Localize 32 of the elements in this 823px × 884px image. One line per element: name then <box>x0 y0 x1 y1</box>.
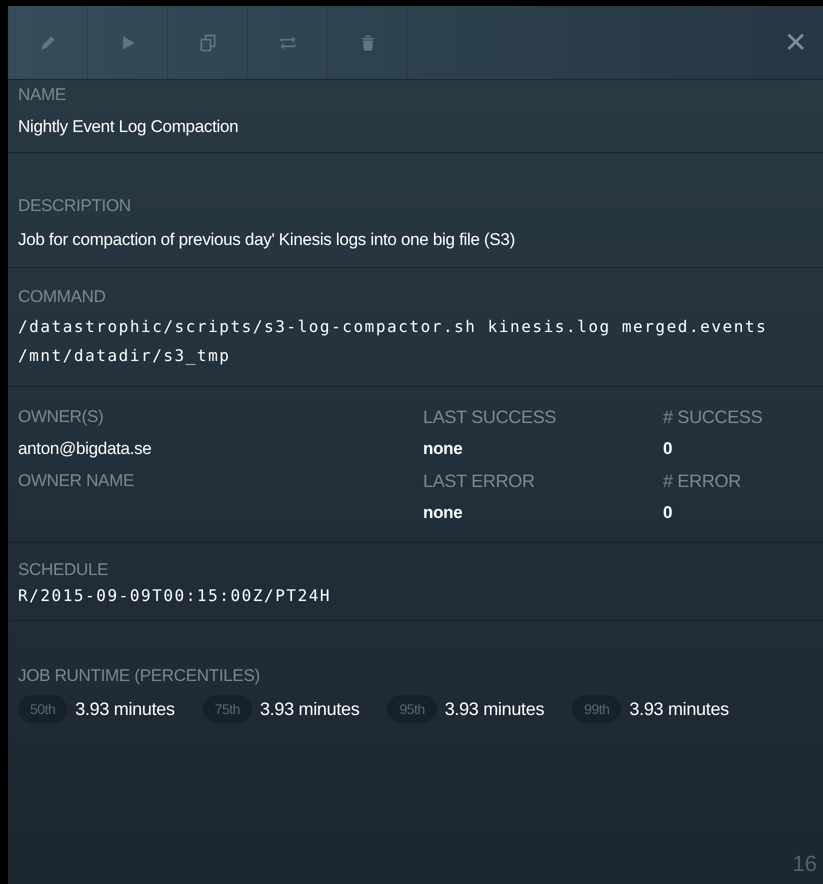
runtime-value: 3.93 minutes <box>444 698 544 720</box>
field-label: JOB RUNTIME (PERCENTILES) <box>18 665 261 687</box>
field-label: SCHEDULE <box>18 559 110 581</box>
stat-label: LAST SUCCESS <box>423 406 558 428</box>
runtime-value: 3.93 minutes <box>629 698 729 720</box>
field-value: Job for compaction of previous day' Kinesis logs into one big file (S3) <box>18 229 516 251</box>
close-button[interactable]: ✕ <box>767 6 823 79</box>
command-text: /datastrophic/scripts/s3-log-compactor.sh kinesis.log merged.events <box>18 316 768 338</box>
percentile-badge: 50th <box>18 695 68 723</box>
field-label: OWNER NAME <box>18 470 136 492</box>
field-value: anton@bigdata.se <box>18 438 152 460</box>
page-number: 16 <box>792 850 817 878</box>
runtime-value: 3.93 minutes <box>75 698 175 720</box>
stat-label: # ERROR <box>663 470 742 492</box>
copy-icon <box>198 32 218 52</box>
command-text: /mnt/datadir/s3_tmp <box>18 345 232 367</box>
percentile-badge: 75th <box>202 695 252 723</box>
field-value: Nightly Event Log Compaction <box>18 116 240 138</box>
stat-value: 0 <box>663 502 674 524</box>
stat-value: none <box>423 502 464 524</box>
field-label: OWNER(S) <box>18 406 104 428</box>
percentile-badge: 99th <box>572 695 622 723</box>
stat-label: # SUCCESS <box>663 406 764 428</box>
schedule-text: R/2015-09-09T00:15:00Z/PT24H <box>18 585 332 607</box>
field-label: COMMAND <box>18 286 107 308</box>
percentile-badge: 95th <box>387 695 437 723</box>
field-label: DESCRIPTION <box>18 195 132 217</box>
stat-value: 0 <box>663 438 674 460</box>
field-label: NAME <box>18 84 67 106</box>
stat-value: none <box>423 438 464 460</box>
runtime-value: 3.93 minutes <box>260 698 360 720</box>
stat-label: LAST ERROR <box>423 470 536 492</box>
